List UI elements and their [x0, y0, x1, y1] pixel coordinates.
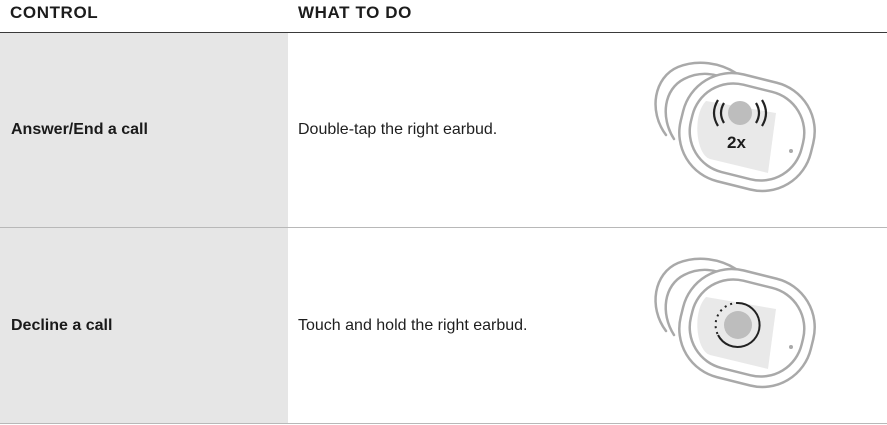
control-cell: Answer/End a call	[0, 33, 288, 227]
header-control: CONTROL	[10, 3, 99, 22]
earbud-double-tap-icon: 2x	[654, 61, 816, 193]
indicator-dot	[789, 149, 793, 153]
indicator-dot	[789, 344, 793, 349]
control-label: Answer/End a call	[11, 121, 148, 138]
tap-count-label: 2x	[727, 133, 746, 152]
header-what-to-do: WHAT TO DO	[298, 3, 412, 22]
control-label: Decline a call	[11, 316, 113, 334]
action-text: Touch and hold the right earbud.	[298, 316, 528, 334]
control-cell: Decline a call	[0, 228, 288, 423]
table-row: Answer/End a call Double-tap the right e…	[0, 33, 887, 228]
action-text: Double-tap the right earbud.	[298, 121, 498, 138]
earbud-touch-hold-icon	[654, 256, 816, 388]
table-header: CONTROL WHAT TO DO	[0, 0, 887, 33]
touch-point	[728, 101, 752, 125]
touch-point	[724, 310, 752, 339]
table-row: Decline a call Touch and hold the right …	[0, 228, 887, 424]
